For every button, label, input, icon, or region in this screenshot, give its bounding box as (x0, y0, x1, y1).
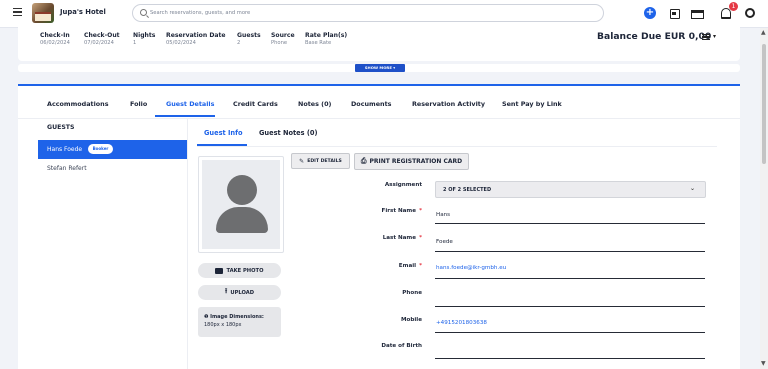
first-name-label: First Name * (381, 208, 422, 214)
upload-icon: ⭱ (224, 287, 228, 295)
dob-label: Date of Birth (381, 343, 422, 349)
calendar-icon[interactable] (669, 7, 681, 19)
guest-name[interactable]: Stefan Refert (47, 165, 87, 172)
camera-icon (215, 267, 224, 274)
guests-value: 2 (237, 40, 241, 46)
settings-icon[interactable] (745, 8, 755, 18)
notification-badge: 1 (729, 2, 738, 11)
assignment-label: Assignment (384, 182, 422, 188)
caret-down-icon: ▾ (393, 65, 396, 70)
upload-button[interactable]: ⭱ UPLOAD (198, 285, 281, 300)
search-placeholder: Search reservations, guests, and more (150, 9, 251, 16)
nights-header: Nights (133, 32, 156, 39)
checkout-header: Check-Out (84, 32, 120, 39)
image-dimensions-info: ❶ Image Dimensions: 180px x 180px (198, 307, 281, 337)
chevron-down-icon: ⌄ (689, 185, 695, 192)
email-label: Email * (398, 263, 422, 269)
last-name-underline (435, 251, 705, 252)
tab-notes[interactable]: Notes (0) (298, 100, 331, 108)
rate-plan-header: Rate Plan(s) (305, 32, 348, 39)
scroll-down-icon[interactable]: ▼ (761, 360, 766, 367)
menu-icon[interactable] (13, 8, 22, 16)
rate-plan-value: Base Rate (305, 40, 332, 46)
print-card-label: PRINT REGISTRATION CARD (369, 158, 463, 165)
balance-menu-icon[interactable] (702, 34, 710, 40)
tab-folio[interactable]: Folio (130, 100, 147, 108)
tab-guest-details[interactable]: Guest Details (166, 100, 214, 108)
tab-documents[interactable]: Documents (351, 100, 391, 108)
print-registration-card-button[interactable]: ⎙ PRINT REGISTRATION CARD (354, 153, 469, 170)
source-header: Source (271, 32, 295, 39)
tab-divider (18, 118, 740, 119)
hotel-logo[interactable] (32, 3, 54, 23)
tab-credit-cards[interactable]: Credit Cards (233, 100, 278, 108)
mobile-label: Mobile (400, 317, 422, 323)
printer-icon: ⎙ (360, 157, 367, 165)
active-tab-indicator (155, 115, 215, 117)
mobile-underline (435, 332, 705, 333)
show-more-label: SHOW MORE (364, 65, 392, 70)
email-underline (435, 278, 705, 279)
edit-details-button[interactable]: ✎ EDIT DETAILS (291, 153, 350, 169)
subtab-divider (197, 146, 717, 147)
last-name-field[interactable]: Foede (436, 239, 453, 245)
info-icon: ❶ (204, 314, 209, 320)
assignment-select[interactable]: 2 OF 2 SELECTED ⌄ (435, 181, 706, 198)
bed-icon[interactable] (691, 7, 704, 19)
show-more-button[interactable]: SHOW MORE ▾ (355, 64, 405, 72)
nights-value: 1 (133, 40, 137, 46)
phone-underline (435, 306, 705, 307)
booker-badge: Booker (88, 144, 113, 154)
search-input[interactable]: Search reservations, guests, and more (132, 4, 604, 22)
reservation-details-card (18, 84, 740, 369)
email-field[interactable]: hans.foede@ikr-gmbh.eu (436, 265, 506, 271)
take-photo-label: TAKE PHOTO (226, 267, 264, 274)
assignment-value: 2 OF 2 SELECTED (443, 187, 492, 193)
guest-name: Hans Foede (47, 146, 83, 153)
first-name-field[interactable]: Hans (436, 212, 450, 218)
take-photo-button[interactable]: TAKE PHOTO (198, 263, 281, 278)
first-name-underline (435, 223, 705, 224)
reservation-date-value: 05/02/2024 (166, 40, 196, 46)
checkout-value: 07/02/2024 (84, 40, 114, 46)
checkin-header: Check-In (40, 32, 70, 39)
chevron-down-icon[interactable]: ▾ (713, 33, 716, 40)
subtab-guest-info[interactable]: Guest Info (204, 129, 243, 137)
balance-due: Balance Due EUR 0,00 (597, 31, 712, 42)
dob-underline (435, 358, 705, 359)
avatar-placeholder-icon (227, 175, 257, 205)
scroll-up-icon[interactable]: ▲ (761, 29, 766, 36)
guest-photo (198, 156, 284, 253)
tab-accommodations[interactable]: Accommodations (47, 100, 109, 108)
pencil-icon: ✎ (299, 157, 305, 165)
subtab-guest-notes[interactable]: Guest Notes (0) (259, 129, 317, 137)
add-icon[interactable]: + (644, 7, 656, 19)
guests-header: Guests (237, 32, 261, 39)
reservation-date-header: Reservation Date (166, 32, 226, 39)
checkin-value: 06/02/2024 (40, 40, 70, 46)
guests-heading: GUESTS (47, 124, 75, 131)
image-dimensions-label: Image Dimensions: (210, 314, 264, 320)
tab-sent-pay-by-link[interactable]: Sent Pay by Link (502, 100, 562, 108)
phone-label: Phone (402, 290, 422, 296)
column-divider (187, 119, 188, 369)
image-dimensions-value: 180px x 180px (204, 322, 242, 328)
upload-label: UPLOAD (230, 289, 255, 296)
last-name-label: Last Name * (382, 235, 422, 241)
source-value: Phone (271, 40, 288, 46)
search-icon (140, 9, 147, 16)
edit-details-label: EDIT DETAILS (307, 158, 342, 164)
mobile-field[interactable]: +4915201803638 (436, 320, 487, 326)
hotel-name: Jupa's Hotel (60, 8, 106, 16)
reservation-summary-card (18, 24, 740, 61)
tab-reservation-activity[interactable]: Reservation Activity (412, 100, 485, 108)
scrollbar-thumb[interactable] (762, 44, 766, 164)
